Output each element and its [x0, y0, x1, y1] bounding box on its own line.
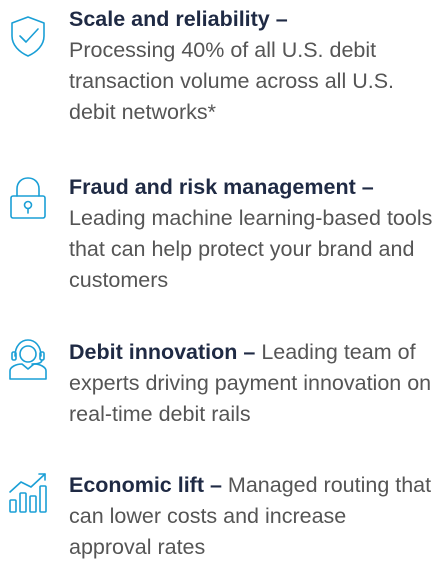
- feature-separator: –: [203, 473, 222, 497]
- shield-check-icon: [6, 14, 50, 58]
- feature-title: Fraud and risk management: [69, 175, 356, 199]
- feature-description: Leading machine learning-based tools tha…: [69, 206, 433, 292]
- feature-text: Fraud and risk management – Leading mach…: [69, 172, 434, 296]
- feature-separator: –: [355, 175, 374, 199]
- features-panel: { "accent_color": "#1a9fd6", "features":…: [0, 0, 434, 561]
- feature-text: Debit innovation – Leading team of exper…: [69, 337, 434, 430]
- feature-separator: –: [269, 7, 288, 31]
- feature-text: Scale and reliability – Processing 40% o…: [69, 4, 434, 128]
- feature-title: Scale and reliability: [69, 7, 270, 31]
- padlock-icon: [6, 176, 50, 220]
- growth-chart-icon: [6, 470, 50, 514]
- feature-title: Economic lift: [69, 473, 204, 497]
- feature-title: Debit innovation: [69, 340, 238, 364]
- headset-agent-icon: [6, 337, 50, 381]
- feature-description: Processing 40% of all U.S. debit transac…: [69, 38, 395, 124]
- feature-text: Economic lift – Managed routing that can…: [69, 470, 434, 563]
- feature-separator: –: [237, 340, 256, 364]
